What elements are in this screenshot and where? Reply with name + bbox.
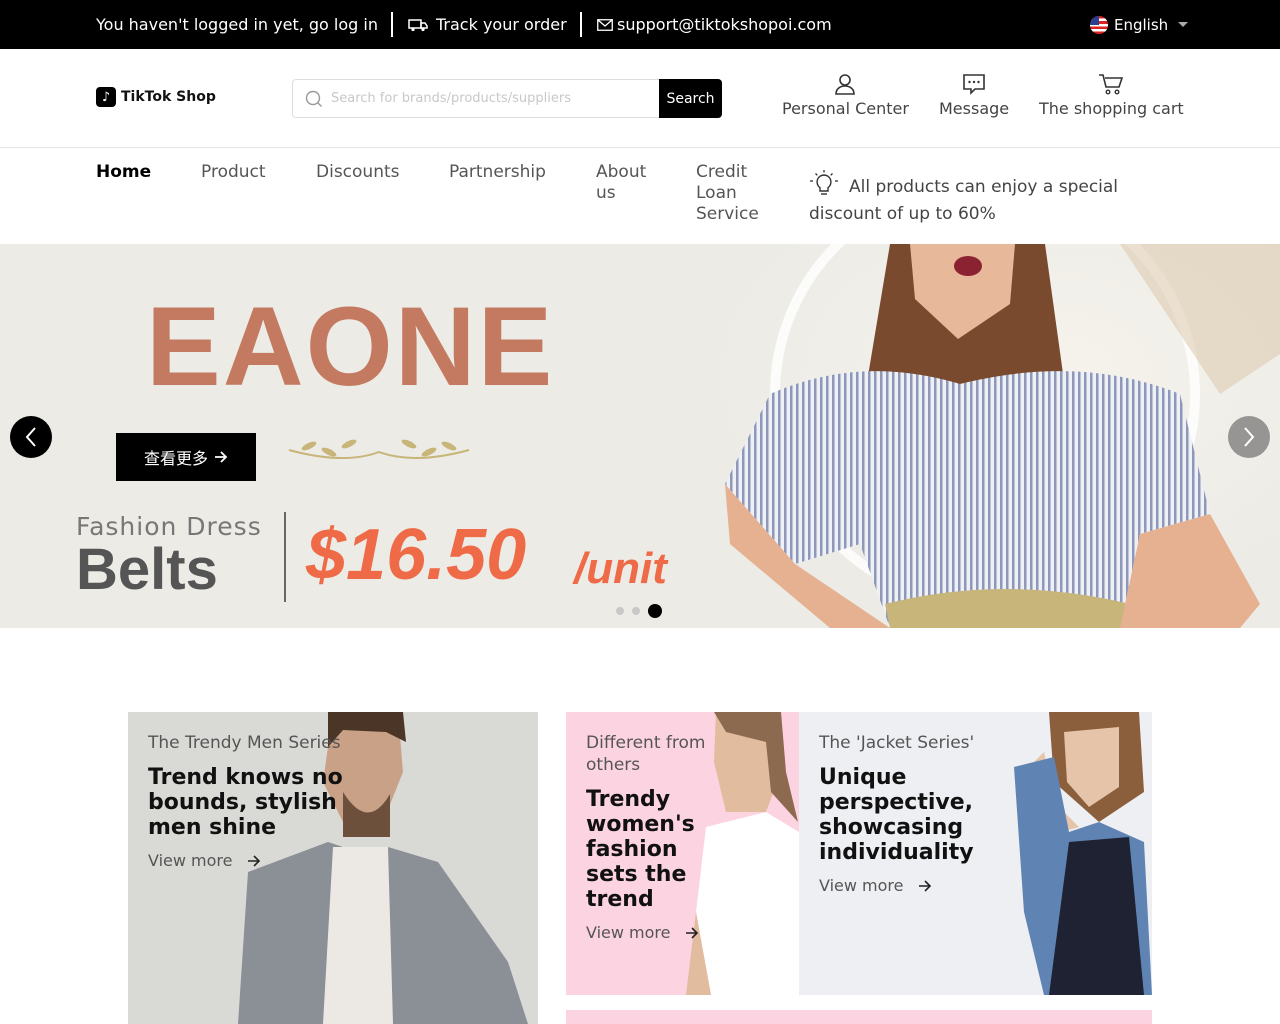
category-card-women[interactable]: Different from others Trendy women's fas… — [566, 712, 799, 995]
chevron-down-icon — [1178, 22, 1189, 27]
arrow-right-icon — [247, 854, 260, 867]
hero-brand-title: EAONE — [146, 284, 555, 409]
nav-about-us[interactable]: About us — [596, 162, 656, 204]
carousel-dot[interactable] — [616, 607, 624, 615]
view-more-label: View more — [819, 876, 904, 895]
shopping-cart-link[interactable]: The shopping cart — [1039, 73, 1184, 118]
mail-icon — [597, 18, 613, 31]
top-bar: You haven't logged in yet, go log in Tra… — [0, 0, 1280, 49]
category-card-men[interactable]: The Trendy Men Series Trend knows no bou… — [128, 712, 538, 1024]
hero-unit: /unit — [574, 544, 667, 593]
hero-cta-label: 查看更多 — [143, 449, 208, 468]
language-label: English — [1114, 15, 1169, 34]
view-more-link[interactable]: View more — [586, 923, 699, 942]
view-more-label: View more — [586, 923, 671, 942]
card-headline: Unique perspective, showcasing individua… — [819, 765, 974, 865]
search-button[interactable]: Search — [659, 79, 722, 118]
carousel-prev-button[interactable] — [10, 416, 52, 458]
nav-product[interactable]: Product — [201, 162, 266, 183]
card-eyebrow: The 'Jacket Series' — [819, 733, 975, 753]
logo-text: TikTok Shop — [121, 89, 216, 105]
nav-credit-loan-service[interactable]: Credit Loan Service — [696, 162, 766, 225]
nav-discounts[interactable]: Discounts — [316, 162, 400, 183]
card-eyebrow: Different from others — [586, 733, 706, 775]
hero-view-more-button[interactable]: 查看更多 — [116, 433, 256, 481]
truck-icon — [408, 18, 428, 31]
personal-center-link[interactable]: Personal Center — [782, 73, 909, 118]
message-label: Message — [939, 99, 1010, 118]
lightbulb-icon — [810, 170, 838, 195]
tiktok-logo-icon: ♪ — [96, 87, 116, 107]
divider — [580, 12, 582, 37]
message-icon — [963, 74, 985, 95]
header: ♪ TikTok Shop Search Personal Center Mes… — [0, 49, 1280, 148]
language-selector[interactable]: English — [1090, 0, 1189, 49]
main-nav: Home Product Discounts Partnership About… — [0, 148, 1280, 244]
hero-price: $16.50 — [306, 515, 527, 595]
chevron-right-icon — [1244, 427, 1255, 447]
shopping-cart-label: The shopping cart — [1039, 99, 1184, 118]
search-icon — [305, 90, 322, 107]
search-box — [292, 79, 660, 118]
carousel-indicators — [616, 604, 662, 618]
cart-icon — [1099, 74, 1124, 95]
carousel-dot-active[interactable] — [648, 604, 662, 618]
hero-product: Belts — [76, 537, 218, 602]
personal-center-label: Personal Center — [782, 99, 909, 118]
divider — [391, 12, 393, 37]
us-flag-icon — [1090, 15, 1108, 34]
view-more-label: View more — [148, 851, 233, 870]
track-order-text[interactable]: Track your order — [436, 15, 567, 34]
login-text[interactable]: You haven't logged in yet, go log in — [96, 15, 378, 34]
view-more-link[interactable]: View more — [148, 851, 261, 870]
category-card-next[interactable] — [566, 1010, 1152, 1024]
promo-text: All products can enjoy a special discoun… — [809, 177, 1119, 224]
card-eyebrow: The Trendy Men Series — [148, 733, 341, 753]
support-email-link[interactable]: support@tiktokshopoi.com — [597, 0, 832, 49]
laurel-decoration-icon — [288, 439, 470, 459]
carousel-next-button[interactable] — [1228, 416, 1270, 458]
search-input[interactable] — [331, 91, 641, 106]
hero-model-image — [700, 244, 1280, 628]
card-headline: Trend knows no bounds, stylish men shine — [148, 765, 343, 840]
hero-carousel: EAONE 查看更多 Fashion Dress Belts $16.50 /u… — [0, 244, 1280, 628]
logo[interactable]: ♪ TikTok Shop — [96, 87, 216, 107]
arrow-right-icon — [685, 926, 698, 939]
login-link[interactable]: You haven't logged in yet, go log in — [96, 0, 378, 49]
arrow-right-icon — [918, 879, 931, 892]
carousel-dot[interactable] — [632, 607, 640, 615]
view-more-link[interactable]: View more — [819, 876, 932, 895]
card-headline: Trendy women's fashion sets the trend — [586, 787, 695, 912]
category-card-jacket[interactable]: The 'Jacket Series' Unique perspective, … — [799, 712, 1152, 995]
user-icon — [835, 74, 856, 95]
message-link[interactable]: Message — [939, 73, 1009, 118]
arrow-right-icon — [215, 451, 228, 463]
divider — [284, 512, 286, 602]
nav-partnership[interactable]: Partnership — [449, 162, 546, 183]
nav-home[interactable]: Home — [96, 162, 151, 183]
support-email[interactable]: support@tiktokshopoi.com — [617, 15, 832, 34]
promo-banner: All products can enjoy a special discoun… — [809, 170, 1139, 228]
track-order-link[interactable]: Track your order — [408, 0, 567, 49]
chevron-left-icon — [25, 427, 36, 447]
